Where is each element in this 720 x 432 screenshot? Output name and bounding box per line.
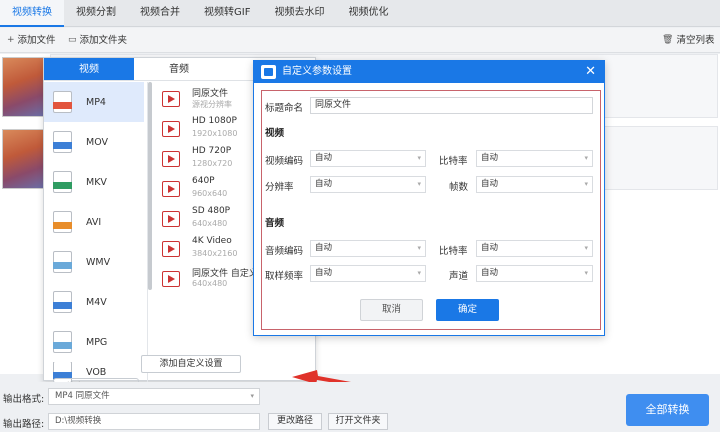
- convert-all-button[interactable]: 全部转换: [626, 394, 709, 426]
- output-path-field[interactable]: D:\视频转换: [48, 413, 260, 430]
- output-format-label: 输出格式:: [3, 394, 45, 405]
- output-path-label: 输出路径:: [3, 419, 45, 430]
- output-format-select[interactable]: MP4 同原文件 ▾: [48, 388, 260, 405]
- change-path-button[interactable]: 更改路径: [268, 413, 322, 430]
- bottom-bar: 输出格式: MP4 同原文件 ▾ 输出路径: D:\视频转换 更改路径 打开文件夹…: [0, 382, 720, 432]
- annotation-arrow: [292, 370, 384, 391]
- open-folder-button[interactable]: 打开文件夹: [328, 413, 388, 430]
- chevron-down-icon: ▾: [250, 392, 254, 400]
